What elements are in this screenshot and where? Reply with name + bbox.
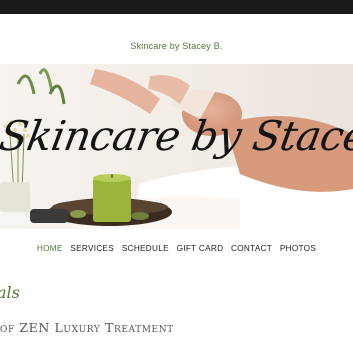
nav-photos[interactable]: PHOTOS xyxy=(280,244,316,253)
main-nav: HOME SERVICES SCHEDULE GIFT CARD CONTACT… xyxy=(0,244,353,253)
nav-contact[interactable]: CONTACT xyxy=(231,244,272,253)
section-script-heading: als xyxy=(0,283,20,302)
nav-services[interactable]: SERVICES xyxy=(70,244,114,253)
hero-script-title: Skincare by Stacey B. xyxy=(0,112,353,160)
hero-banner: Skincare by Stacey B. xyxy=(0,64,353,229)
nav-schedule[interactable]: SCHEDULE xyxy=(122,244,169,253)
top-bar xyxy=(0,0,353,14)
nav-home[interactable]: HOME xyxy=(37,244,63,253)
nav-gift-card[interactable]: GIFT CARD xyxy=(177,244,224,253)
section-subheading: of ZEN Luxury Treatment xyxy=(0,320,174,335)
site-title[interactable]: Skincare by Stacey B. xyxy=(0,41,353,51)
